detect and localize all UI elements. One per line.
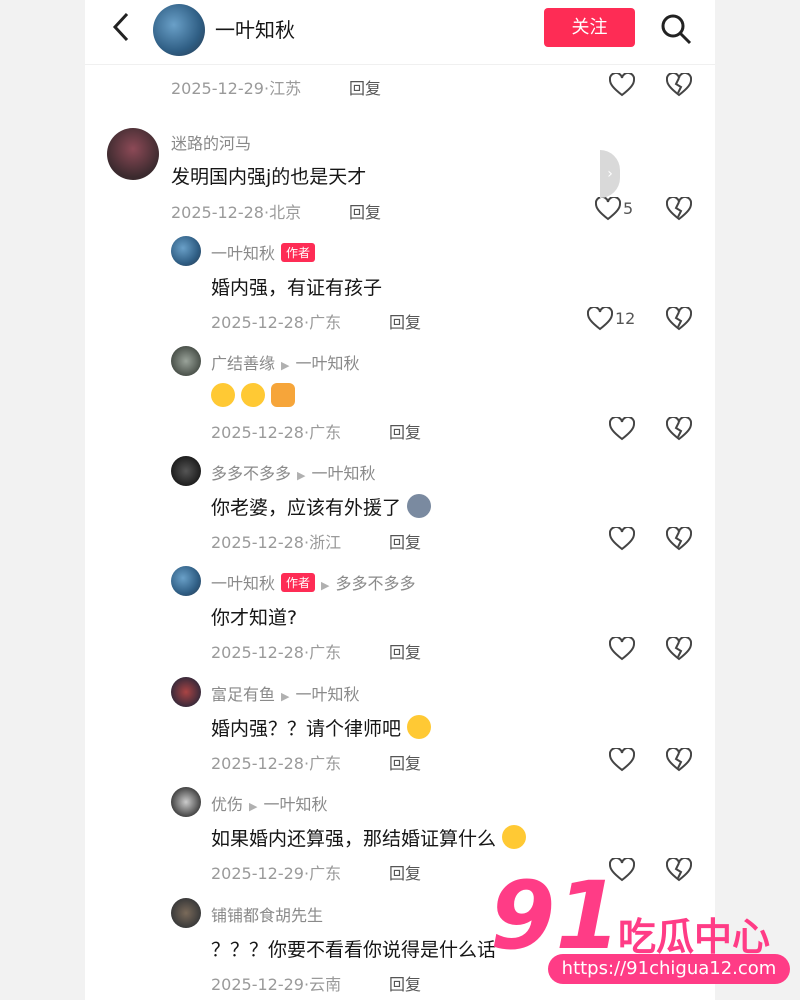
heart-icon[interactable]	[608, 71, 636, 97]
author-badge: 作者	[281, 243, 316, 262]
back-icon[interactable]	[107, 10, 137, 44]
reply-button[interactable]: 回复	[349, 199, 381, 223]
avatar[interactable]	[171, 346, 201, 376]
avatar[interactable]	[171, 787, 201, 817]
heart-icon[interactable]	[608, 525, 636, 551]
comment-date-location: 2025-12-29·广东	[211, 864, 342, 883]
crying-laughing-emoji-icon	[211, 383, 235, 407]
reply-button[interactable]: 回复	[389, 419, 421, 443]
broken-heart-icon[interactable]	[665, 195, 693, 221]
broken-heart-icon[interactable]	[665, 525, 693, 551]
broken-heart-icon[interactable]	[665, 635, 693, 661]
comment-date-location: 2025-12-28·广东	[211, 754, 342, 773]
comment-date-location: 2025-12-28·北京	[171, 203, 302, 222]
reply-button[interactable]: 回复	[389, 971, 421, 995]
comment-username[interactable]: 一叶知秋 作者	[211, 240, 316, 264]
avatar[interactable]	[171, 677, 201, 707]
like-count: 5	[623, 199, 634, 218]
comment-username[interactable]: 广结善缘 ▶ 一叶知秋	[211, 350, 360, 374]
avatar[interactable]	[171, 566, 201, 596]
avatar[interactable]	[153, 4, 205, 56]
side-drawer-handle[interactable]: ›	[600, 150, 620, 198]
broken-heart-icon[interactable]	[665, 71, 693, 97]
broken-heart-icon[interactable]	[665, 746, 693, 772]
comment-username[interactable]: 迷路的河马	[171, 130, 251, 154]
crying-laughing-emoji-icon	[241, 383, 265, 407]
comment-text: 发明国内强j的也是天才	[171, 166, 367, 188]
comment-date-location: 2025-12-28·广东	[211, 423, 342, 442]
author-badge: 作者	[281, 573, 316, 592]
watermark: 91 吃瓜中心 https://91chigua12.com	[490, 870, 800, 1000]
comment-username[interactable]: 多多不多多 ▶ 一叶知秋	[211, 460, 376, 484]
comment-text: 你才知道?	[211, 607, 298, 629]
comment-text: 婚内强，有证有孩子	[211, 277, 383, 299]
comment-text: 如果婚内还算强，那结婚证算什么	[211, 824, 532, 851]
crying-laughing-emoji-icon	[502, 825, 527, 849]
thumbs-up-emoji-icon	[271, 383, 295, 407]
heart-icon[interactable]	[608, 746, 636, 772]
watermark-brand: 吃瓜中心	[618, 915, 771, 959]
heart-icon[interactable]	[608, 635, 636, 661]
reply-button[interactable]: 回复	[389, 639, 421, 663]
page-title[interactable]: 一叶知秋	[215, 14, 295, 43]
search-icon[interactable]	[659, 12, 693, 46]
comment-username[interactable]: 优伤 ▶ 一叶知秋	[211, 791, 328, 815]
comment-date-location: 2025-12-28·浙江	[211, 533, 342, 552]
comment-date-location: 2025-12-28·广东	[211, 313, 342, 332]
reply-button[interactable]: 回复	[389, 309, 421, 333]
comment-date-location: 2025-12-28·广东	[211, 643, 342, 662]
follow-button[interactable]: 关注	[544, 8, 635, 47]
watermark-number: 91	[490, 862, 621, 971]
dog-emoji-icon	[407, 494, 432, 518]
comment-text: 你老婆，应该有外援了	[211, 493, 437, 520]
comment-text	[211, 383, 301, 408]
heart-icon[interactable]	[586, 305, 614, 331]
broken-heart-icon[interactable]	[665, 305, 693, 331]
watermark-url: https://91chigua12.com	[548, 954, 790, 984]
comment-username[interactable]: 铺铺都食胡先生	[211, 902, 323, 926]
comment-username[interactable]: 富足有鱼 ▶ 一叶知秋	[211, 681, 360, 705]
reply-button[interactable]: 回复	[389, 860, 421, 884]
broken-heart-icon[interactable]	[665, 415, 693, 441]
heart-icon[interactable]	[608, 415, 636, 441]
comment-date-location: 2025-12-29·云南	[211, 975, 342, 994]
avatar[interactable]	[171, 898, 201, 928]
avatar[interactable]	[171, 236, 201, 266]
like-count: 12	[615, 309, 636, 328]
comment-text: 婚内强？？请个律师吧	[211, 714, 437, 741]
comment-screen: 一叶知秋 关注 2025-12-29·江苏 回复 迷路的河马 发明国内强j的也是…	[85, 0, 715, 1000]
avatar[interactable]	[171, 456, 201, 486]
comment-date-location: 2025-12-29·江苏	[171, 79, 302, 98]
heart-icon[interactable]	[594, 195, 622, 221]
reply-button[interactable]: 回复	[389, 529, 421, 553]
reply-button[interactable]: 回复	[349, 75, 381, 99]
comment-text: ？？？你要不看看你说得是什么话	[211, 939, 497, 961]
surprised-emoji-icon	[407, 715, 432, 739]
avatar[interactable]	[107, 128, 159, 180]
reply-button[interactable]: 回复	[389, 750, 421, 774]
comment-username[interactable]: 一叶知秋 作者 ▶ 多多不多多	[211, 570, 416, 594]
top-bar: 一叶知秋 关注	[85, 0, 715, 65]
